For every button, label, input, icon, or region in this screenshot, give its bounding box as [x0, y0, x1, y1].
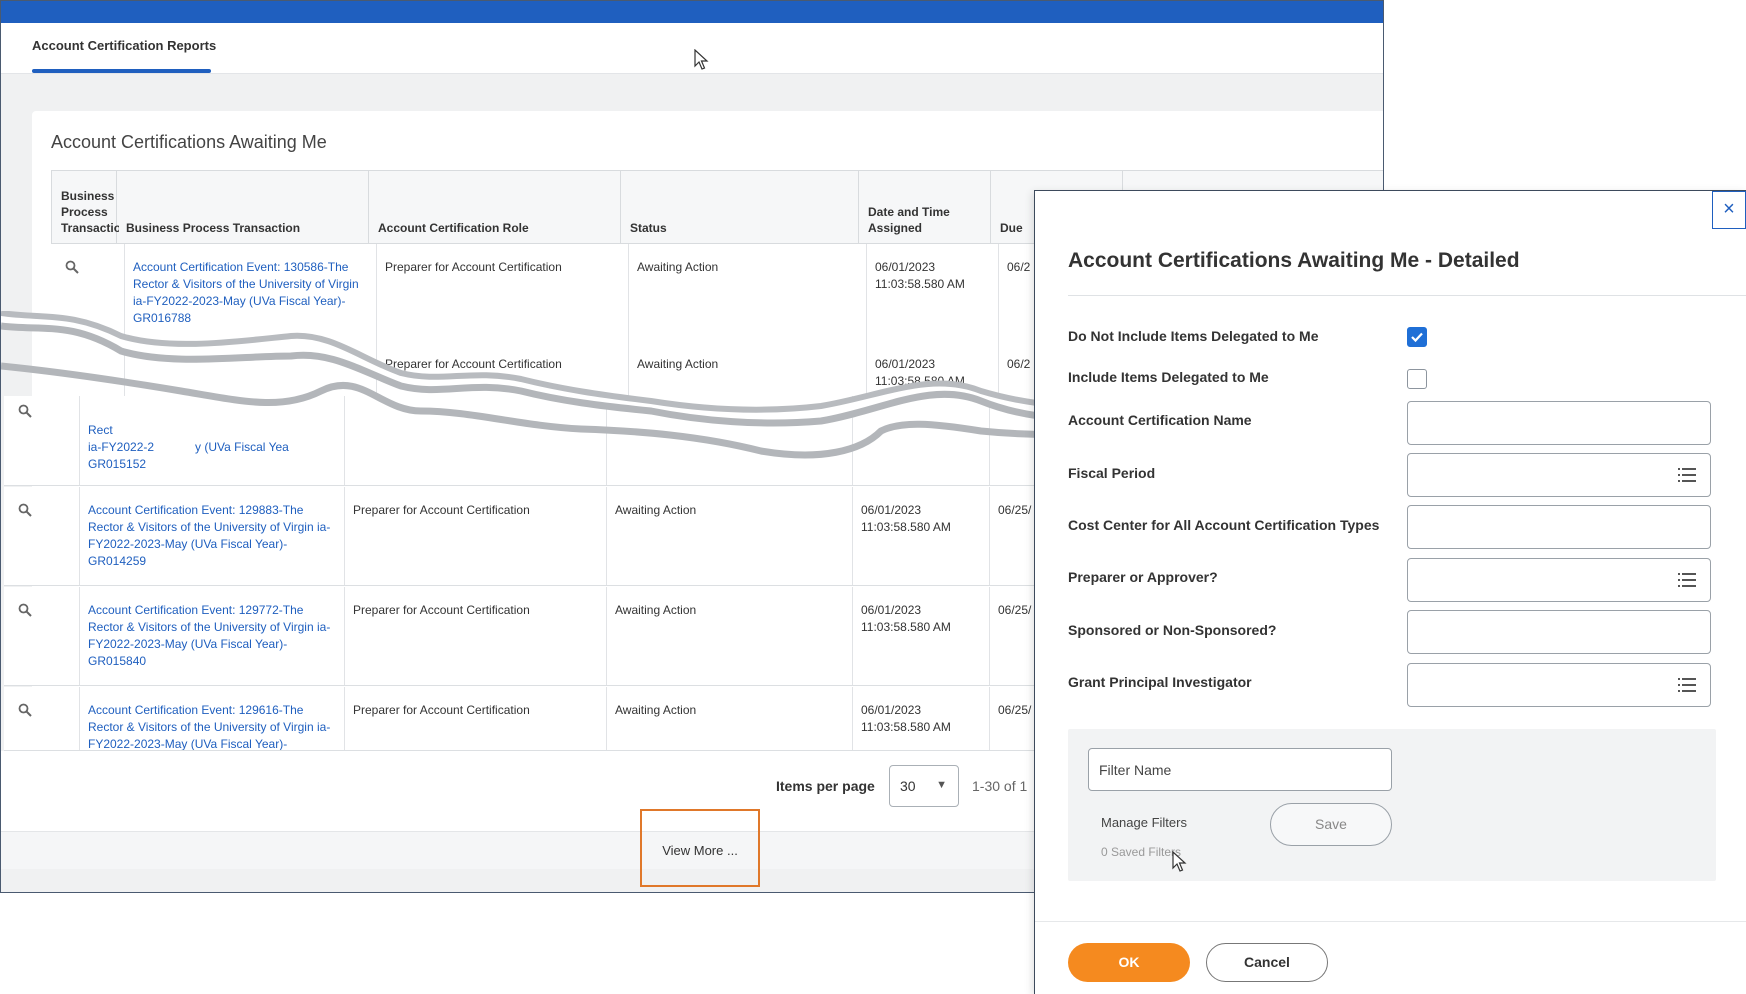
- status-cell: Awaiting Action: [637, 357, 719, 371]
- view-more-button[interactable]: View More ...: [640, 809, 760, 887]
- checkmark-icon: [1411, 332, 1423, 343]
- role-cell: Preparer for Account Certification: [385, 260, 562, 274]
- due-cell: 06/25/: [998, 603, 1032, 617]
- principal-investigator-label: Grant Principal Investigator: [1068, 674, 1252, 690]
- column-header-role[interactable]: Account Certification Role: [369, 171, 621, 243]
- fiscal-period-label: Fiscal Period: [1068, 465, 1156, 481]
- tab-account-certification-reports[interactable]: Account Certification Reports: [32, 38, 216, 53]
- magnifier-icon[interactable]: [18, 703, 32, 717]
- role-cell: Preparer for Account Certification: [385, 357, 562, 371]
- cancel-button[interactable]: Cancel: [1206, 943, 1328, 982]
- fiscal-period-prompt[interactable]: [1407, 453, 1711, 497]
- cost-center-input[interactable]: [1407, 505, 1711, 549]
- role-cell: Preparer for Account Certification: [353, 703, 530, 717]
- items-per-page-select[interactable]: 30 ▼: [889, 765, 959, 807]
- due-cell: 06/2: [1007, 260, 1031, 274]
- chevron-down-icon: ▼: [936, 779, 947, 791]
- transaction-link-fragment[interactable]: ia-FY2022-2: [88, 439, 154, 456]
- title-divider: [1068, 295, 1746, 296]
- saved-filters-count: 0 Saved Filters: [1101, 845, 1182, 859]
- list-icon[interactable]: [1678, 572, 1696, 588]
- top-header-bar: [1, 1, 1383, 23]
- mouse-pointer-icon: [1172, 851, 1187, 872]
- status-cell: Awaiting Action: [615, 503, 697, 517]
- status-cell: Awaiting Action: [637, 260, 719, 274]
- tab-bar: Account Certification Reports: [1, 23, 1383, 74]
- assigned-cell: 06/01/2023 11:03:58.580 AM: [875, 260, 965, 291]
- due-cell: 06/25/: [998, 703, 1032, 717]
- magnifier-icon[interactable]: [18, 503, 32, 517]
- transaction-link[interactable]: Account Certification Event: 130586-The …: [133, 259, 371, 327]
- ok-button[interactable]: OK: [1068, 943, 1190, 982]
- assigned-cell: 06/01/2023 11:03:58.580 AM: [875, 357, 965, 388]
- magnifier-icon[interactable]: [65, 260, 79, 274]
- sponsored-label: Sponsored or Non-Sponsored?: [1068, 622, 1277, 638]
- detailed-filter-dialog: × Account Certifications Awaiting Me - D…: [1034, 190, 1746, 994]
- dialog-title: Account Certifications Awaiting Me - Det…: [1068, 249, 1520, 272]
- assigned-cell: 06/01/2023 11:03:58.580 AM: [861, 703, 951, 734]
- do-not-include-checkbox[interactable]: [1407, 327, 1427, 347]
- status-cell: Awaiting Action: [615, 703, 697, 717]
- due-cell: 06/2: [1007, 357, 1031, 371]
- list-icon[interactable]: [1678, 677, 1696, 693]
- preparer-approver-label: Preparer or Approver?: [1068, 569, 1218, 585]
- column-header-assigned[interactable]: Date and Time Assigned: [859, 171, 991, 243]
- sponsored-input[interactable]: [1407, 610, 1711, 654]
- include-delegated-label: Include Items Delegated to Me: [1068, 369, 1269, 385]
- active-tab-indicator: [32, 69, 211, 73]
- transaction-link-fragment[interactable]: y (UVa Fiscal Yea: [195, 439, 289, 456]
- page-range-text: 1-30 of 1: [972, 778, 1028, 794]
- transaction-link-fragment[interactable]: The: [345, 356, 366, 373]
- cert-name-input[interactable]: [1407, 401, 1711, 445]
- transaction-link[interactable]: Account Certification Event: 129772-The …: [88, 602, 338, 670]
- save-filter-button[interactable]: Save: [1270, 803, 1392, 846]
- transaction-link[interactable]: Account Certification Event: 129616-The …: [88, 702, 338, 750]
- cert-name-label: Account Certification Name: [1068, 412, 1252, 428]
- cost-center-label: Cost Center for All Account Certificatio…: [1068, 517, 1380, 533]
- role-cell: Preparer for Account Certification: [353, 503, 530, 517]
- due-cell: 06/25/: [998, 503, 1032, 517]
- include-delegated-checkbox[interactable]: [1407, 369, 1427, 389]
- items-per-page-label: Items per page: [776, 778, 875, 794]
- status-cell: Awaiting Action: [615, 603, 697, 617]
- assigned-cell: 06/01/2023 11:03:58.580 AM: [861, 503, 951, 534]
- column-header-status[interactable]: Status: [621, 171, 859, 243]
- principal-investigator-prompt[interactable]: [1407, 663, 1711, 707]
- filter-name-input[interactable]: Filter Name: [1088, 748, 1392, 791]
- list-icon[interactable]: [1678, 467, 1696, 483]
- column-header-transaction-icon[interactable]: Business Process Transaction: [52, 171, 119, 243]
- magnifier-icon[interactable]: [18, 603, 32, 617]
- role-cell: Preparer for Account Certification: [353, 603, 530, 617]
- column-header-transaction[interactable]: Business Process Transaction: [117, 171, 369, 243]
- footer-divider: [1035, 921, 1746, 922]
- saved-filter-panel: Filter Name Manage Filters 0 Saved Filte…: [1068, 729, 1716, 881]
- do-not-include-label: Do Not Include Items Delegated to Me: [1068, 328, 1319, 344]
- transaction-link-fragment[interactable]: GR015152: [88, 456, 146, 473]
- mouse-pointer-icon: [694, 49, 709, 70]
- report-title: Account Certifications Awaiting Me: [51, 132, 327, 152]
- preparer-approver-prompt[interactable]: [1407, 558, 1711, 602]
- transaction-link[interactable]: Account Certification Event: 129883-The …: [88, 502, 338, 570]
- manage-filters-link[interactable]: Manage Filters: [1101, 815, 1187, 830]
- close-icon[interactable]: ×: [1712, 191, 1746, 229]
- assigned-cell: 06/01/2023 11:03:58.580 AM: [861, 603, 951, 634]
- magnifier-icon[interactable]: [18, 404, 32, 418]
- transaction-link-fragment[interactable]: Rect: [88, 422, 113, 439]
